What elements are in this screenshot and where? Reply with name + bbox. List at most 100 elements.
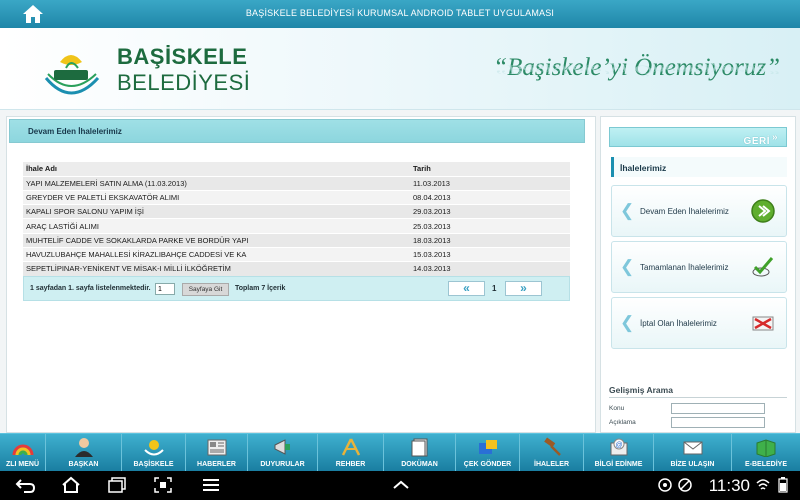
tender-name[interactable]: SEPETLİPINAR-YENİKENT VE MİSAK-I MİLLİ İ… xyxy=(23,261,410,277)
location-icon xyxy=(658,478,672,492)
menu-information[interactable]: @ BİLGİ EDİNME xyxy=(584,434,654,472)
menu-guide[interactable]: REHBER xyxy=(318,434,384,472)
info-icon: @ xyxy=(610,438,627,456)
table-row[interactable]: YAPI MALZEMELERİ SATIN ALMA (11.03.2013)… xyxy=(23,176,570,191)
logo-title-line1: BAŞİSKELE xyxy=(117,44,248,69)
table-row[interactable]: ARAÇ LASTİĞİ ALIMI 25.03.2013 xyxy=(23,218,570,234)
tender-name[interactable]: GREYDER VE PALETLİ EKSKAVATÖR ALIMI xyxy=(23,190,410,206)
checkmark-icon xyxy=(752,257,774,277)
menu-label: BİLGİ EDİNME xyxy=(594,461,643,468)
screenshot-icon[interactable] xyxy=(152,476,174,494)
section-title-text: İhalelerimiz xyxy=(620,163,667,173)
megaphone-icon xyxy=(274,439,290,455)
camera-icon xyxy=(478,440,497,454)
tender-date: 15.03.2013 xyxy=(410,247,570,263)
svg-text:@: @ xyxy=(615,442,622,449)
system-navigation-bar: 11:30 xyxy=(0,471,800,500)
app-title: BAŞİSKELE BELEDİYESİ KURUMSAL ANDROID TA… xyxy=(245,8,555,18)
tender-date: 11.03.2013 xyxy=(410,176,570,191)
go-to-page-button[interactable]: Sayfaya Git xyxy=(182,283,229,296)
chevron-left-icon: ❮ xyxy=(620,257,635,276)
menu-cancelled-label: İptal Olan İhalelerimiz xyxy=(640,319,717,328)
table-row[interactable]: HAVUZLUBAHÇE MAHALLESİ KİRAZLIBAHÇE CADD… xyxy=(23,247,570,263)
battery-icon xyxy=(778,477,788,493)
tender-name[interactable]: HAVUZLUBAHÇE MAHALLESİ KİRAZLIBAHÇE CADD… xyxy=(23,247,410,263)
menu-photo-send[interactable]: ÇEK GÖNDER xyxy=(456,434,520,472)
logo-icon xyxy=(143,440,164,456)
table-row[interactable]: KAPALI SPOR SALONU YAPIM İŞİ 29.03.2013 xyxy=(23,204,570,220)
total-count: Toplam 7 İçerik xyxy=(235,285,286,292)
next-page-button[interactable]: » xyxy=(505,281,542,296)
back-button[interactable]: GERİ » xyxy=(609,127,787,147)
panel-heading: Devam Eden İhalelerimiz xyxy=(9,119,585,143)
page-number-input[interactable] xyxy=(155,283,175,295)
table-row[interactable]: MUHTELİF CADDE VE SOKAKLARDA PARKE VE BO… xyxy=(23,233,570,248)
previous-page-button[interactable]: « xyxy=(448,281,485,296)
menu-icon[interactable] xyxy=(200,476,222,494)
pagination-status: 1 sayfadan 1. sayfa listelenmektedir. xyxy=(30,285,151,292)
table-row[interactable]: SEPETLİPINAR-YENİKENT VE MİSAK-I MİLLİ İ… xyxy=(23,261,570,277)
tender-date: 18.03.2013 xyxy=(410,233,570,248)
municipality-logo-icon xyxy=(44,55,100,95)
subject-input[interactable] xyxy=(671,403,765,414)
block-icon xyxy=(678,478,692,492)
document-icon xyxy=(411,438,427,457)
advanced-search-title: Gelişmiş Arama xyxy=(609,385,673,395)
menu-documents[interactable]: DOKÜMAN xyxy=(384,434,456,472)
panel-heading-text: Devam Eden İhalelerimiz xyxy=(28,127,122,136)
tender-name[interactable]: MUHTELİF CADDE VE SOKAKLARDA PARKE VE BO… xyxy=(23,233,410,248)
current-page-number: 1 xyxy=(492,284,497,293)
bottom-menu: ZLI MENÜ BAŞKAN BAŞİSKELE HABERLER DUYUR… xyxy=(0,433,800,472)
section-title: İhalelerimiz xyxy=(611,157,787,177)
table-row[interactable]: GREYDER VE PALETLİ EKSKAVATÖR ALIMI 08.0… xyxy=(23,190,570,206)
menu-quick[interactable]: ZLI MENÜ xyxy=(0,434,46,472)
book-icon xyxy=(756,439,776,457)
menu-label: ZLI MENÜ xyxy=(5,461,40,468)
chevron-up-icon[interactable] xyxy=(390,476,412,494)
menu-label: İHALELER xyxy=(534,461,569,468)
menu-completed-tenders[interactable]: ❮ Tamamlanan İhalelerimiz xyxy=(611,241,787,293)
menu-label: BİZE ULAŞIN xyxy=(670,461,715,468)
tender-name[interactable]: KAPALI SPOR SALONU YAPIM İŞİ xyxy=(23,204,410,220)
menu-ongoing-tenders[interactable]: ❮ Devam Eden İhalelerimiz xyxy=(611,185,787,237)
recent-apps-icon[interactable] xyxy=(106,476,128,494)
app-title-bar: BAŞİSKELE BELEDİYESİ KURUMSAL ANDROID TA… xyxy=(0,0,800,28)
logo-title-line2: BELEDİYESİ xyxy=(117,70,251,95)
column-header-date: Tarih xyxy=(410,162,570,177)
chevron-left-icon: ❮ xyxy=(620,313,635,332)
chevron-left-icon: ❮ xyxy=(620,201,635,220)
description-label: Açıklama xyxy=(609,419,636,426)
slogan-reflection: “Başiskele’yi Önemsiyoruz” xyxy=(493,62,780,77)
description-input[interactable] xyxy=(671,417,765,428)
menu-label: BAŞKAN xyxy=(68,461,99,468)
side-panel: GERİ » İhalelerimiz ❮ Devam Eden İhalele… xyxy=(600,116,796,433)
menu-completed-label: Tamamlanan İhalelerimiz xyxy=(640,263,729,272)
menu-tenders[interactable]: İHALELER xyxy=(520,434,584,472)
menu-label: DUYURULAR xyxy=(260,461,305,468)
green-forward-icon xyxy=(751,199,775,223)
tender-date: 25.03.2013 xyxy=(410,218,570,234)
divider xyxy=(609,397,787,398)
tender-date: 14.03.2013 xyxy=(410,261,570,277)
compass-icon xyxy=(341,438,360,456)
menu-label: BAŞİSKELE xyxy=(133,461,174,468)
tender-name[interactable]: YAPI MALZEMELERİ SATIN ALMA (11.03.2013) xyxy=(23,176,410,191)
home-icon[interactable] xyxy=(60,476,82,494)
newspaper-icon xyxy=(207,439,226,456)
tender-name[interactable]: ARAÇ LASTİĞİ ALIMI xyxy=(23,218,410,234)
menu-label: E-BELEDİYE xyxy=(744,461,787,468)
back-button-label: GERİ » xyxy=(743,132,778,147)
menu-announcements[interactable]: DUYURULAR xyxy=(248,434,318,472)
menu-e-municipality[interactable]: E-BELEDİYE xyxy=(732,434,800,472)
back-icon[interactable] xyxy=(14,476,36,494)
status-clock: 11:30 xyxy=(708,476,750,495)
menu-contact[interactable]: BİZE ULAŞIN xyxy=(654,434,732,472)
tender-date: 08.04.2013 xyxy=(410,190,570,206)
menu-cancelled-tenders[interactable]: ❮ İptal Olan İhalelerimiz xyxy=(611,297,787,349)
menu-mayor[interactable]: BAŞKAN xyxy=(46,434,122,472)
menu-basiskele[interactable]: BAŞİSKELE xyxy=(122,434,186,472)
gavel-icon xyxy=(543,437,561,456)
menu-news[interactable]: HABERLER xyxy=(186,434,248,472)
rainbow-arc-icon xyxy=(12,444,33,456)
tender-date: 29.03.2013 xyxy=(410,204,570,220)
